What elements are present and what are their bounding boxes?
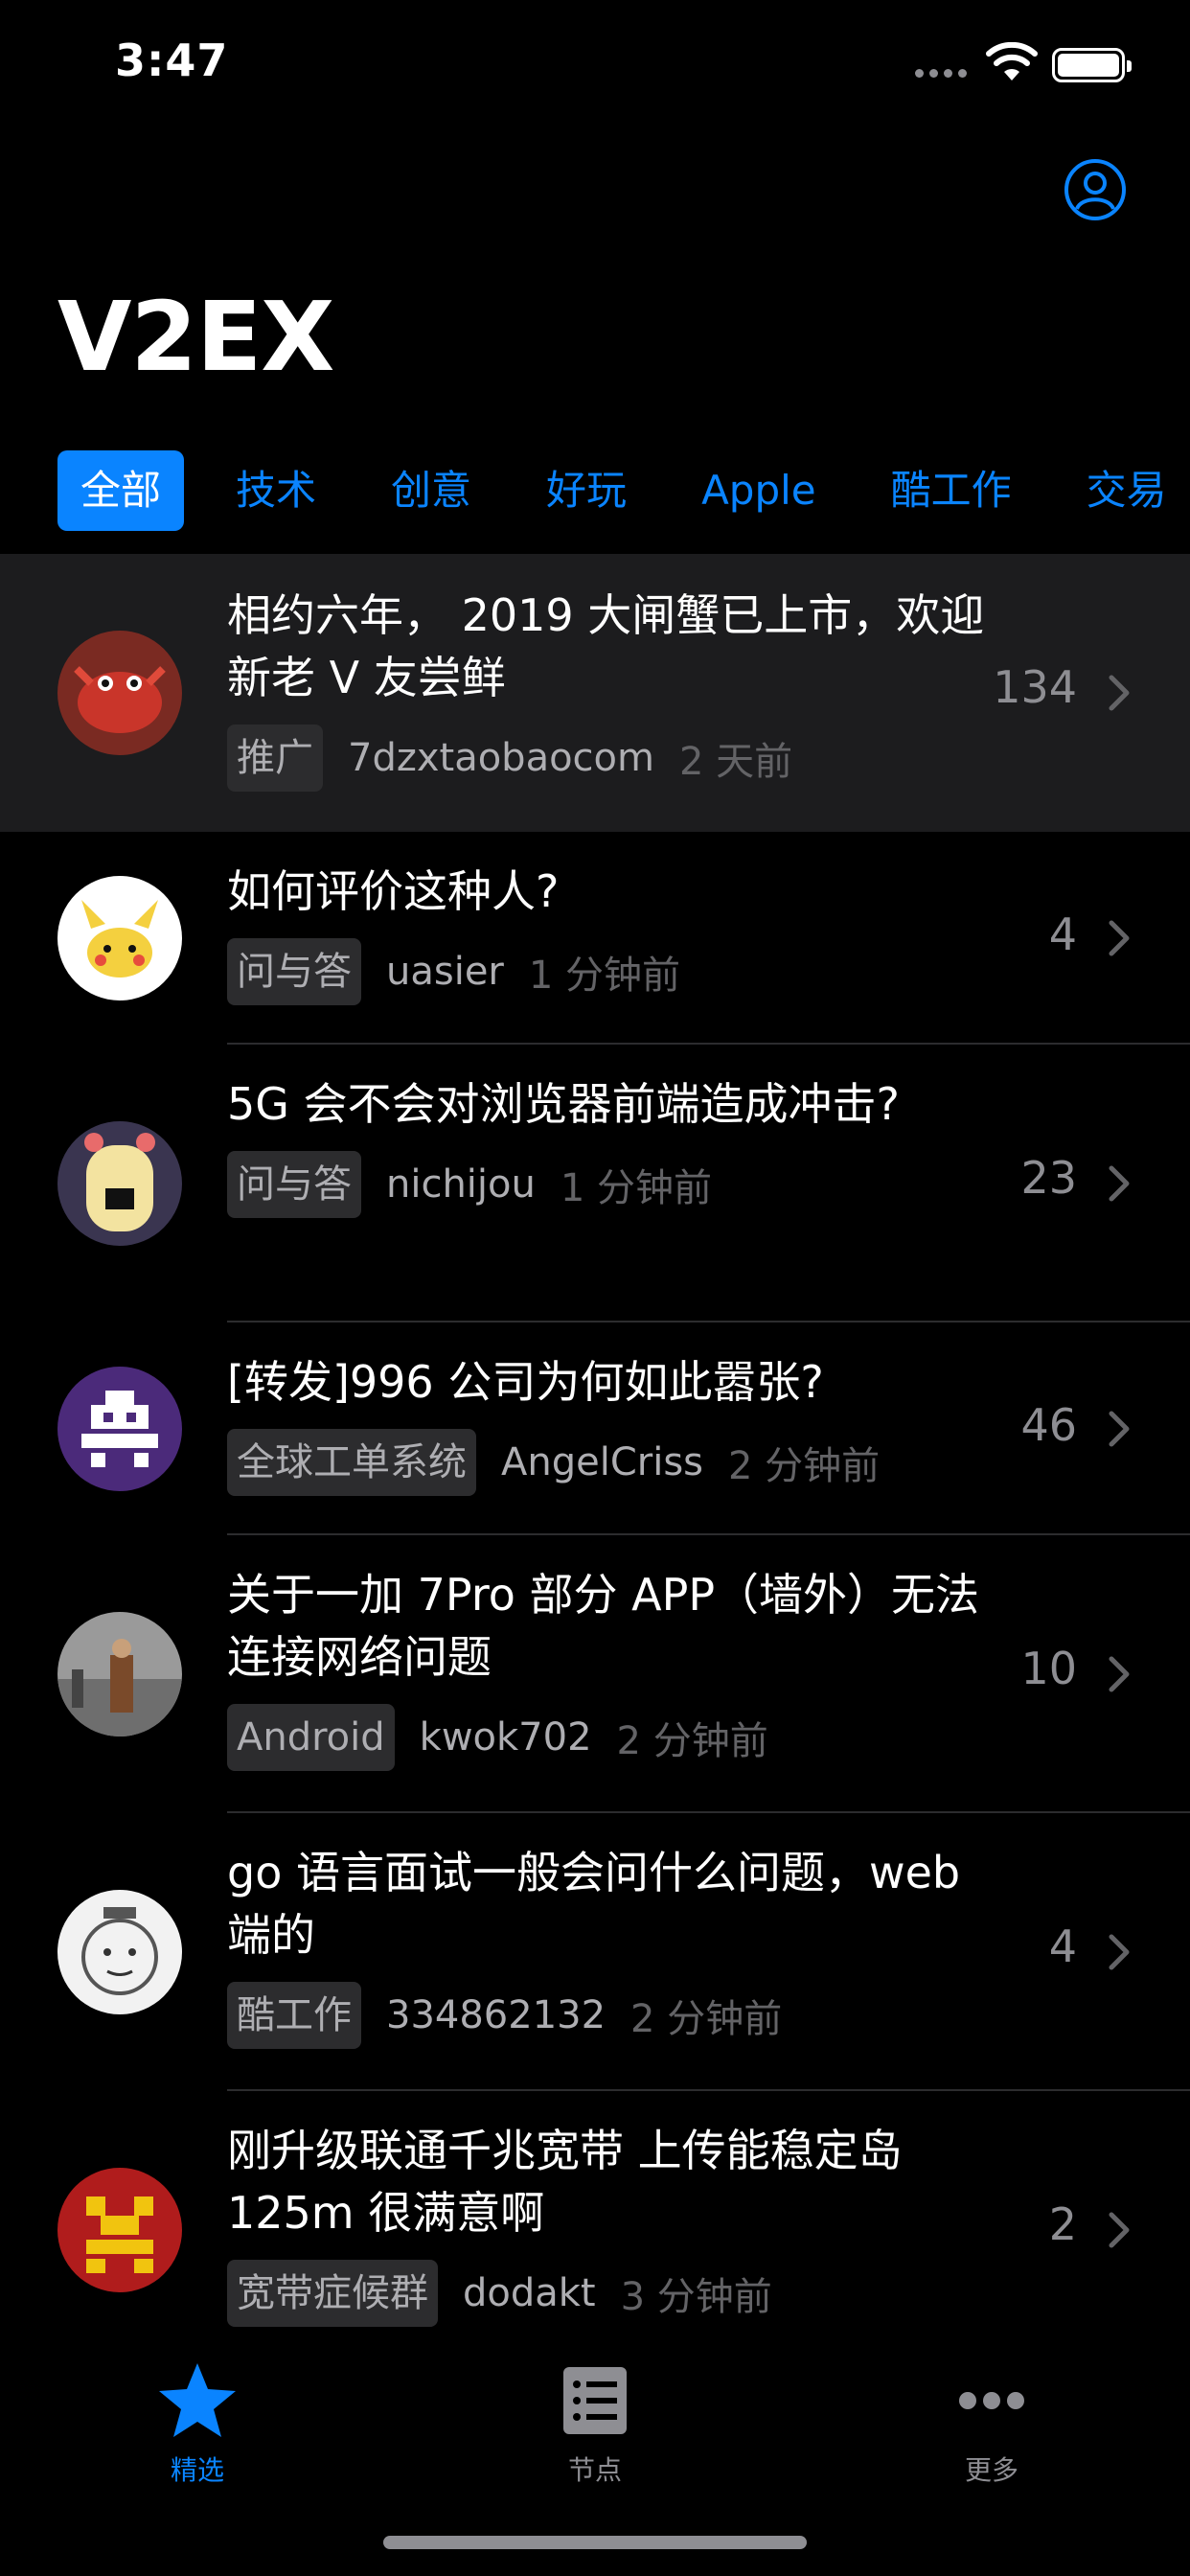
avatar: [57, 631, 182, 755]
avatar: [57, 1612, 182, 1736]
avatar: [57, 1890, 182, 2014]
tab-creative[interactable]: 创意: [368, 450, 494, 531]
node-badge[interactable]: 酷工作: [227, 1982, 361, 2049]
reply-count: 46: [1020, 1399, 1077, 1451]
chevron-right-icon: [1109, 920, 1130, 956]
list-icon: [563, 2367, 627, 2434]
tabbar-featured-label: 精选: [170, 2454, 224, 2486]
timestamp: 2 天前: [678, 740, 793, 784]
star-icon: [159, 2363, 236, 2437]
table-row[interactable]: 相约六年， 2019 大闸蟹已上市，欢迎新老 V 友尝鲜 推广 7dzxtaob…: [0, 554, 1190, 832]
avatar: [57, 876, 182, 1000]
timestamp: 3 分钟前: [620, 2275, 772, 2319]
chevron-right-icon: [1109, 2212, 1130, 2248]
table-row[interactable]: 关于一加 7Pro 部分 APP（墙外）无法连接网络问题 Android kwo…: [0, 1535, 1190, 1813]
reply-count: 134: [993, 661, 1077, 713]
topic-title: 如何评价这种人?: [227, 865, 560, 917]
wifi-icon: [986, 42, 1038, 80]
node-badge[interactable]: 宽带症候群: [227, 2260, 438, 2327]
avatar: [57, 1121, 182, 1246]
table-row[interactable]: go 语言面试一般会问什么问题，web 端的 酷工作 334862132 2 分…: [0, 1813, 1190, 2091]
node-badge[interactable]: Android: [227, 1704, 395, 1771]
topic-title: 关于一加 7Pro 部分 APP（墙外）无法连接网络问题: [227, 1569, 980, 1683]
category-tabs: 全部 技术 创意 好玩 Apple 酷工作 交易: [57, 450, 1190, 531]
battery-icon: [1052, 48, 1132, 82]
reply-count: 4: [1048, 908, 1077, 960]
chevron-right-icon: [1109, 1411, 1130, 1447]
timestamp: 1 分钟前: [560, 1166, 713, 1210]
home-indicator: [383, 2536, 807, 2549]
author-name[interactable]: 7dzxtaobaocom: [348, 736, 654, 780]
tab-apple[interactable]: Apple: [678, 450, 839, 531]
topic-title: [转发]996 公司为何如此嚣张?: [227, 1356, 824, 1408]
chevron-right-icon: [1109, 1165, 1130, 1202]
page-title: V2EX: [57, 281, 334, 393]
timestamp: 2 分钟前: [728, 1444, 881, 1488]
node-badge[interactable]: 问与答: [227, 1151, 361, 1218]
status-bar: 3:47: [0, 0, 1190, 126]
tabbar-more[interactable]: 更多: [905, 2358, 1078, 2488]
tab-tech[interactable]: 技术: [213, 450, 339, 531]
chevron-right-icon: [1109, 675, 1130, 711]
topic-title: 相约六年， 2019 大闸蟹已上市，欢迎新老 V 友尝鲜: [227, 589, 985, 703]
topic-list: 相约六年， 2019 大闸蟹已上市，欢迎新老 V 友尝鲜 推广 7dzxtaob…: [0, 554, 1190, 2369]
more-icon: [959, 2392, 1024, 2409]
topic-title: 5G 会不会对浏览器前端造成冲击?: [227, 1078, 900, 1130]
table-row[interactable]: 如何评价这种人? 问与答 uasier 1 分钟前 4: [0, 832, 1190, 1045]
author-name[interactable]: 334862132: [386, 1993, 606, 2037]
table-row[interactable]: [转发]996 公司为何如此嚣张? 全球工单系统 AngelCriss 2 分钟…: [0, 1322, 1190, 1535]
timestamp: 2 分钟前: [616, 1719, 768, 1763]
timestamp: 2 分钟前: [630, 1997, 783, 2041]
reply-count: 4: [1048, 1920, 1077, 1972]
table-row[interactable]: 刚升级联通千兆宽带 上传能稳定岛 125m 很满意啊 宽带症候群 dodakt …: [0, 2091, 1190, 2369]
cellular-signal-icon: [915, 69, 967, 78]
profile-icon[interactable]: [1064, 158, 1127, 221]
tabbar-featured[interactable]: 精选: [111, 2358, 284, 2488]
node-badge[interactable]: 全球工单系统: [227, 1429, 476, 1496]
author-name[interactable]: uasier: [386, 950, 504, 994]
avatar: [57, 1367, 182, 1491]
chevron-right-icon: [1109, 1656, 1130, 1692]
chevron-right-icon: [1109, 1934, 1130, 1970]
author-name[interactable]: dodakt: [463, 2271, 596, 2315]
author-name[interactable]: kwok702: [420, 1715, 592, 1760]
node-badge[interactable]: 推广: [227, 724, 323, 792]
tabbar-nodes[interactable]: 节点: [509, 2358, 681, 2488]
tabbar-more-label: 更多: [964, 2454, 1018, 2486]
tab-all[interactable]: 全部: [57, 450, 185, 531]
tab-deals[interactable]: 交易: [1064, 450, 1190, 531]
topic-title: 刚升级联通千兆宽带 上传能稳定岛 125m 很满意啊: [227, 2125, 903, 2239]
topic-title: go 语言面试一般会问什么问题，web 端的: [227, 1847, 961, 1961]
timestamp: 1 分钟前: [528, 954, 681, 998]
author-name[interactable]: nichijou: [386, 1162, 536, 1207]
node-badge[interactable]: 问与答: [227, 938, 361, 1005]
reply-count: 23: [1020, 1152, 1077, 1204]
tabbar-nodes-label: 节点: [567, 2454, 622, 2486]
reply-count: 2: [1048, 2198, 1077, 2250]
tab-fun[interactable]: 好玩: [523, 450, 650, 531]
tab-jobs[interactable]: 酷工作: [868, 450, 1035, 531]
table-row[interactable]: 5G 会不会对浏览器前端造成冲击? 问与答 nichijou 1 分钟前 23: [0, 1045, 1190, 1322]
status-time: 3:47: [115, 34, 229, 86]
reply-count: 10: [1020, 1643, 1077, 1694]
avatar: [57, 2168, 182, 2292]
author-name[interactable]: AngelCriss: [501, 1440, 703, 1484]
